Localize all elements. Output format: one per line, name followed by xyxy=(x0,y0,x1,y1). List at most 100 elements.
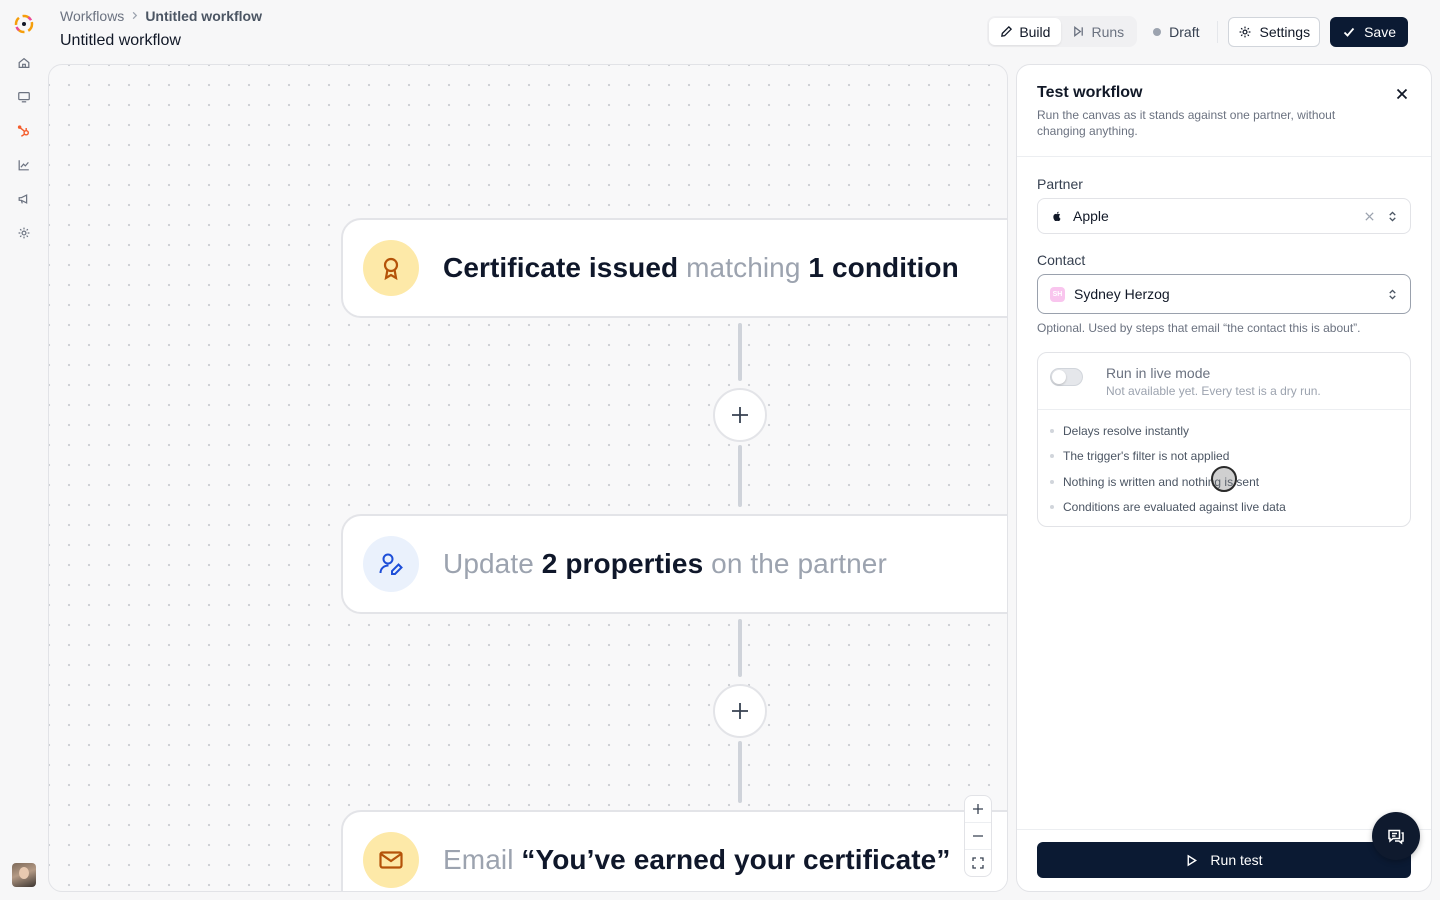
add-step-button[interactable] xyxy=(713,388,767,442)
live-mode-toggle[interactable] xyxy=(1050,368,1083,386)
node-text-part: Certificate issued xyxy=(443,252,679,283)
breadcrumb-workflows-link[interactable]: Workflows xyxy=(60,8,124,24)
gear-icon xyxy=(1240,26,1251,37)
megaphone-icon[interactable] xyxy=(14,189,34,209)
chart-icon[interactable] xyxy=(14,155,34,175)
dry-run-notes: Delays resolve instantly The trigger's f… xyxy=(1038,410,1410,526)
trigger-node[interactable]: Certificate issued matching 1 condition xyxy=(341,218,1007,318)
panel-footer: Run test xyxy=(1017,829,1431,891)
panel-title: Test workflow xyxy=(1037,84,1143,101)
list-item: Conditions are evaluated against live da… xyxy=(1050,495,1398,521)
live-mode-card: Run in live mode Not available yet. Ever… xyxy=(1037,352,1411,527)
contact-label: Contact xyxy=(1037,252,1086,268)
award-icon xyxy=(363,240,419,296)
hubspot-icon[interactable] xyxy=(14,121,34,141)
contact-select[interactable]: SH Sydney Herzog xyxy=(1037,274,1411,314)
tab-runs[interactable]: Runs xyxy=(1061,18,1135,45)
node-text-part: 2 properties xyxy=(541,548,704,579)
monitor-icon[interactable] xyxy=(14,87,34,107)
breadcrumb: Workflows Untitled workflow xyxy=(60,8,262,24)
plus-icon xyxy=(732,407,748,423)
page-title[interactable]: Untitled workflow xyxy=(60,32,181,50)
zoom-in-button[interactable] xyxy=(965,796,991,822)
pencil-icon xyxy=(1001,25,1013,37)
home-icon[interactable] xyxy=(14,53,34,73)
test-workflow-panel: Test workflow Run the canvas as it stand… xyxy=(1016,64,1432,892)
node-text-part: on the partner xyxy=(703,548,887,579)
status-dot-icon xyxy=(1153,27,1162,36)
action-node-update[interactable]: Update 2 properties on the partner xyxy=(341,514,1007,614)
breadcrumb-current: Untitled workflow xyxy=(145,8,262,24)
status-badge: Draft xyxy=(1147,24,1207,40)
chat-button[interactable] xyxy=(1372,812,1420,860)
panel-body: Partner Apple Contact SH Sydney Herzog O… xyxy=(1017,176,1431,527)
tab-build-label: Build xyxy=(1019,23,1051,40)
chevron-right-icon xyxy=(130,9,139,23)
workflow-canvas[interactable]: Certificate issued matching 1 condition … xyxy=(48,64,1008,892)
user-avatar[interactable] xyxy=(12,863,36,887)
node-connector xyxy=(738,619,742,677)
settings-button[interactable]: Settings xyxy=(1228,16,1321,47)
zoom-out-button[interactable] xyxy=(965,822,991,849)
node-connector xyxy=(738,445,742,507)
minus-icon xyxy=(973,835,983,837)
live-mode-text: Run in live mode Not available yet. Ever… xyxy=(1106,365,1321,398)
check-icon xyxy=(1343,27,1355,37)
partner-select-actions xyxy=(1364,199,1398,233)
live-mode-subtitle: Not available yet. Every test is a dry r… xyxy=(1106,384,1321,398)
list-item: The trigger's filter is not applied xyxy=(1050,444,1398,470)
list-item: Delays resolve instantly xyxy=(1050,418,1398,444)
tab-runs-label: Runs xyxy=(1091,23,1125,40)
panel-description: Run the canvas as it stands against one … xyxy=(1037,108,1336,138)
node-connector xyxy=(738,323,742,381)
run-test-button[interactable]: Run test xyxy=(1037,842,1411,878)
play-icon xyxy=(1187,854,1198,866)
status-label: Draft xyxy=(1169,23,1200,40)
contact-avatar: SH xyxy=(1050,286,1065,302)
live-mode-title: Run in live mode xyxy=(1106,365,1211,381)
fit-view-button[interactable] xyxy=(965,849,991,876)
contact-value: Sydney Herzog xyxy=(1074,286,1170,302)
save-button[interactable]: Save xyxy=(1330,16,1408,47)
list-item: Nothing is written and nothing is sent xyxy=(1050,469,1398,495)
node-connector xyxy=(738,741,742,803)
apple-icon xyxy=(1050,210,1063,223)
top-toolbar: Build Runs Draft Settings Save xyxy=(987,16,1408,47)
toolbar-divider xyxy=(1217,20,1219,43)
partner-select[interactable]: Apple xyxy=(1037,198,1411,234)
plus-icon xyxy=(732,703,748,719)
contact-helper-text: Optional. Used by steps that email “the … xyxy=(1037,321,1361,335)
step-forward-icon xyxy=(1074,26,1084,37)
action-node-email[interactable]: Email “You’ve earned your certificate” xyxy=(341,810,1007,891)
zoom-controls xyxy=(964,795,992,877)
contact-select-actions xyxy=(1387,275,1398,313)
mail-icon xyxy=(363,832,419,888)
chevron-up-down-icon xyxy=(1389,210,1396,222)
trigger-node-text: Certificate issued matching 1 condition xyxy=(443,252,959,284)
left-rail xyxy=(0,0,48,900)
view-switcher: Build Runs xyxy=(987,16,1138,47)
action-node-update-text: Update 2 properties on the partner xyxy=(443,548,887,580)
user-edit-icon xyxy=(363,536,419,592)
partner-label: Partner xyxy=(1037,176,1083,192)
action-node-email-text: Email “You’ve earned your certificate” xyxy=(443,844,950,876)
node-text-part: Update xyxy=(443,548,542,579)
chevron-up-down-icon xyxy=(1389,288,1396,300)
node-text-part: “You’ve earned your certificate” xyxy=(521,844,951,875)
panel-header: Test workflow Run the canvas as it stand… xyxy=(1017,65,1431,157)
live-mode-row: Run in live mode Not available yet. Ever… xyxy=(1038,353,1410,410)
app-logo-icon[interactable] xyxy=(13,13,35,35)
fullscreen-icon xyxy=(972,857,984,869)
settings-label: Settings xyxy=(1259,23,1311,40)
close-icon[interactable] xyxy=(1393,85,1411,103)
add-step-button[interactable] xyxy=(713,684,767,738)
chat-icon xyxy=(1388,829,1404,845)
node-text-part: 1 condition xyxy=(808,252,959,283)
clear-icon[interactable] xyxy=(1364,211,1375,222)
gear-icon[interactable] xyxy=(14,223,34,243)
partner-value: Apple xyxy=(1073,208,1109,224)
tab-build[interactable]: Build xyxy=(989,18,1062,45)
node-text-part: Email xyxy=(443,844,522,875)
plus-icon xyxy=(973,804,983,814)
run-test-label: Run test xyxy=(1210,852,1263,868)
